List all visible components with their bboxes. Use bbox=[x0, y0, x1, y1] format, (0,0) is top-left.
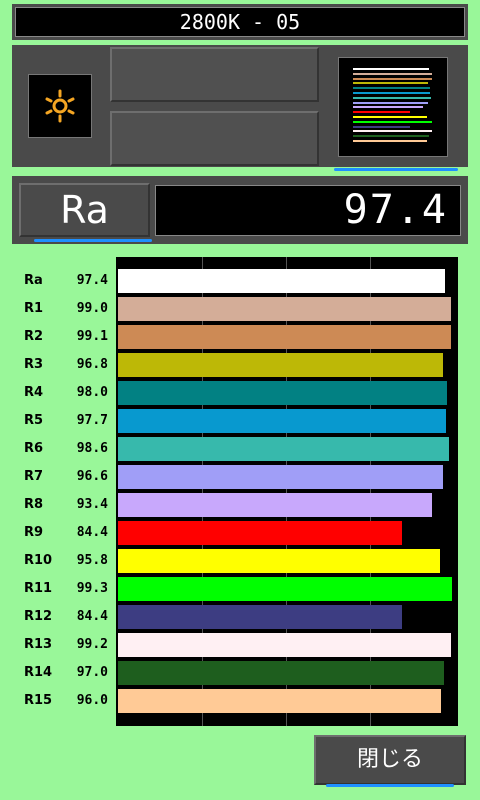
blank-button-top[interactable] bbox=[110, 47, 319, 102]
row-label-r14: R14 bbox=[24, 665, 53, 680]
thumb-line-r7 bbox=[353, 101, 428, 104]
thumb-line-r2 bbox=[353, 77, 432, 80]
row-label-r2: R2 bbox=[24, 329, 44, 344]
blank-button-bottom[interactable] bbox=[110, 111, 319, 166]
bar-r6 bbox=[118, 437, 449, 461]
row-value-r8: 93.4 bbox=[76, 497, 108, 512]
close-button[interactable]: 閉じる bbox=[314, 735, 466, 785]
light-mode-button[interactable] bbox=[28, 74, 92, 138]
bar-r9 bbox=[118, 521, 402, 545]
row-label-r12: R12 bbox=[24, 609, 53, 624]
row-label-ra: Ra bbox=[24, 273, 43, 288]
thumb-line-r10 bbox=[353, 116, 427, 118]
chart-view-button-indicator bbox=[334, 168, 458, 171]
bar-r7 bbox=[118, 465, 443, 489]
bar-r13 bbox=[118, 633, 451, 657]
bar-r8 bbox=[118, 493, 432, 517]
bar-r4 bbox=[118, 381, 447, 405]
thumb-line-r12 bbox=[353, 125, 410, 128]
thumb-line-r4 bbox=[353, 87, 430, 90]
row-label-r4: R4 bbox=[24, 385, 44, 400]
bar-r12 bbox=[118, 605, 402, 629]
row-label-r11: R11 bbox=[24, 581, 53, 596]
row-label-r1: R1 bbox=[24, 301, 44, 316]
thumb-line-r14 bbox=[353, 135, 429, 138]
thumb-line-r13 bbox=[353, 130, 432, 133]
row-label-r6: R6 bbox=[24, 441, 44, 456]
bar-r1 bbox=[118, 297, 451, 321]
bar-r14 bbox=[118, 661, 444, 685]
row-label-r9: R9 bbox=[24, 525, 44, 540]
thumb-line-r8 bbox=[353, 106, 423, 109]
cri-bar-chart bbox=[116, 257, 458, 726]
title-text: 2800K - 05 bbox=[15, 7, 465, 37]
bar-r2 bbox=[118, 325, 451, 349]
row-value-r5: 97.7 bbox=[76, 413, 108, 428]
close-button-indicator bbox=[326, 784, 454, 787]
sun-icon bbox=[45, 89, 75, 123]
row-label-r5: R5 bbox=[24, 413, 44, 428]
bar-r5 bbox=[118, 409, 446, 433]
row-value-r13: 99.2 bbox=[76, 637, 108, 652]
ra-label-button[interactable]: Ra bbox=[19, 183, 150, 237]
title-bar: 2800K - 05 bbox=[12, 4, 468, 40]
row-label-r15: R15 bbox=[24, 693, 53, 708]
row-label-r3: R3 bbox=[24, 357, 44, 372]
row-label-r13: R13 bbox=[24, 637, 53, 652]
bar-r3 bbox=[118, 353, 443, 377]
row-value-ra: 97.4 bbox=[76, 273, 108, 288]
row-value-r3: 96.8 bbox=[76, 357, 108, 372]
row-value-r14: 97.0 bbox=[76, 665, 108, 680]
bar-r10 bbox=[118, 549, 440, 573]
top-panel bbox=[12, 45, 468, 171]
bar-ra bbox=[118, 269, 445, 293]
ra-value-display: 97.4 bbox=[155, 185, 461, 236]
row-value-r6: 98.6 bbox=[76, 441, 108, 456]
row-value-r1: 99.0 bbox=[76, 301, 108, 316]
bar-r11 bbox=[118, 577, 452, 601]
row-value-r12: 84.4 bbox=[76, 609, 108, 624]
thumb-line-r11 bbox=[353, 120, 432, 123]
row-label-r10: R10 bbox=[24, 553, 53, 568]
thumb-line-r9 bbox=[353, 111, 410, 114]
thumb-line-r1 bbox=[353, 72, 432, 75]
row-label-r7: R7 bbox=[24, 469, 44, 484]
row-label-r8: R8 bbox=[24, 497, 44, 512]
ra-panel: Ra 97.4 bbox=[12, 176, 468, 244]
thumb-line-r15 bbox=[353, 140, 427, 142]
thumb-line-r6 bbox=[353, 96, 431, 99]
row-value-r11: 99.3 bbox=[76, 581, 108, 596]
thumb-line-ra bbox=[353, 68, 429, 70]
thumb-line-r5 bbox=[353, 92, 430, 94]
row-value-r4: 98.0 bbox=[76, 385, 108, 400]
row-value-r2: 99.1 bbox=[76, 329, 108, 344]
bar-r15 bbox=[118, 689, 441, 713]
row-value-r7: 96.6 bbox=[76, 469, 108, 484]
thumb-line-r3 bbox=[353, 82, 428, 85]
ra-label-indicator bbox=[34, 239, 152, 242]
row-value-r15: 96.0 bbox=[76, 693, 108, 708]
bar-chart-thumbnail-icon bbox=[338, 57, 448, 157]
chart-view-button[interactable] bbox=[320, 45, 468, 171]
row-value-r9: 84.4 bbox=[76, 525, 108, 540]
row-value-r10: 95.8 bbox=[76, 553, 108, 568]
